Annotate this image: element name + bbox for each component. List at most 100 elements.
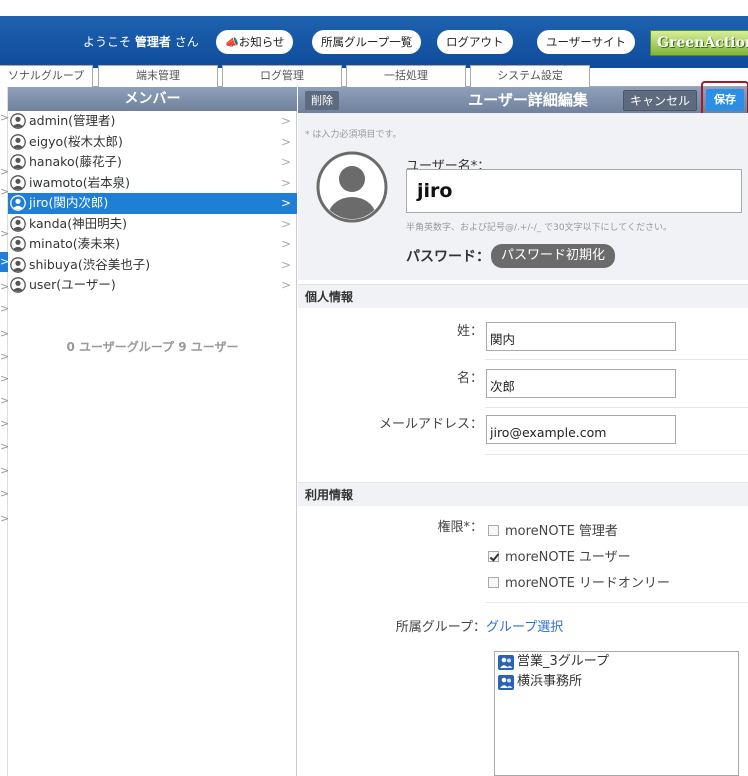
username-field[interactable]: jiro [406,169,742,213]
member-item[interactable]: admin(管理者) > [8,111,297,132]
group-list-box: 営業_3グループ横浜事務所 [494,651,739,776]
member-item[interactable]: kanda(神田明夫) > [8,214,297,235]
user-icon [10,113,26,129]
chevron-right-icon[interactable]: > [0,111,9,124]
user-avatar-icon [316,151,388,223]
chevron-right-icon[interactable]: > [0,487,9,500]
member-label: jiro(関内次郎) [29,195,109,210]
logout-button[interactable]: ログアウト [437,30,513,54]
member-label: admin(管理者) [29,113,116,128]
user-icon [10,256,26,273]
required-note: * は入力必須項目です。 [305,130,402,140]
member-item[interactable]: hanako(藤花子) > [8,152,297,173]
chevron-right-icon: > [280,134,291,149]
user-icon [10,195,26,211]
group-tree-stripe: > > > > > > > > > > > > > > > > [0,87,9,776]
permission-readonly-checkbox[interactable]: moreNOTE リードオンリー [488,572,670,591]
chevron-right-icon: > [280,278,291,292]
chevron-right-icon[interactable]: > [0,512,9,525]
chevron-right-icon[interactable]: > [0,185,9,198]
divider [485,359,748,360]
chevron-right-icon: > [280,196,291,210]
member-item[interactable]: eigyo(桜木太郎) > [8,132,297,153]
cancel-button[interactable]: キャンセル [623,90,698,111]
user-icon [10,277,26,293]
delete-button[interactable]: 削除 [305,91,339,110]
group-item: 営業_3グループ [495,652,738,672]
permission-user-checkbox[interactable]: moreNOTE ユーザー [488,546,631,565]
chevron-right-icon[interactable]: > [0,165,9,178]
tab-label: 端末管理 [136,69,180,82]
group-item: 横浜事務所 [495,672,738,692]
member-item[interactable]: jiro(関内次郎) > [8,193,297,214]
member-panel-title: メンバー [8,87,297,111]
user-account-area: * は入力必須項目です。 ユーザー名*： jiro 半角英数字、および記号@/.… [298,113,748,280]
email-field[interactable]: jiro@example.com [486,415,676,444]
first-name-field[interactable]: 次郎 [486,369,676,398]
password-reset-button[interactable]: パスワード初期化 [491,244,616,268]
welcome-user-name: 管理者 [134,35,171,49]
header-bar: ようこそ 管理者 さん 📣お知らせ 所属グループ一覧 ログアウト ユーザーサイト… [0,16,748,68]
user-icon [10,133,26,150]
checkbox-checked[interactable] [488,551,499,562]
personal-info-section-title: 個人情報 [298,284,748,308]
chevron-right-icon[interactable]: > [0,252,9,272]
chevron-right-icon[interactable]: > [0,440,9,453]
greenaction-logo: GreenAction [650,30,748,56]
welcome-prefix: ようこそ [83,35,132,49]
group-label: 所属グループ： [395,620,486,635]
member-item[interactable]: minato(湊未来) > [8,234,297,255]
member-label: shibuya(渋谷美也子) [29,256,151,272]
chevron-right-icon[interactable]: > [0,417,9,430]
chevron-right-icon[interactable]: > [0,302,9,315]
chevron-right-icon[interactable]: > [0,394,9,407]
group-icon [498,655,514,670]
user-icon [10,174,26,191]
tab-personal-group[interactable]: ソナルグループ [0,65,93,87]
divider [485,602,748,603]
user-icon [10,215,26,232]
chevron-right-icon: > [280,114,291,128]
member-item[interactable]: shibuya(渋谷美也子) > [8,255,297,276]
group-icon [498,675,514,690]
chevron-right-icon[interactable]: > [0,464,9,477]
checkbox[interactable] [488,577,499,588]
tab-label: システム設定 [497,69,563,82]
member-label: hanako(藤花子) [29,154,122,169]
top-header: ようこそ 管理者 さん 📣お知らせ 所属グループ一覧 ログアウト ユーザーサイト… [0,0,748,68]
member-item[interactable]: iwamoto(岩本泉) > [8,173,297,194]
member-item[interactable]: user(ユーザー) > [8,275,297,296]
tab-label: 一括処理 [384,69,428,82]
save-button[interactable]: 保存 [706,89,744,111]
tab-system-settings[interactable]: システム設定 [470,65,590,87]
chevron-right-icon[interactable]: > [0,350,9,363]
user-icon [10,154,26,170]
group-label: 営業_3グループ [517,654,609,669]
permission-admin-checkbox[interactable]: moreNOTE 管理者 [488,520,618,539]
tab-label: ログ管理 [260,69,304,82]
chevron-right-icon[interactable]: > [0,372,9,385]
password-label: パスワード： [406,249,490,265]
group-list-button[interactable]: 所属グループ一覧 [312,30,422,54]
chevron-right-icon: > [280,237,291,251]
notice-button[interactable]: 📣お知らせ [216,30,294,54]
chevron-right-icon[interactable]: > [0,327,9,340]
tab-batch[interactable]: 一括処理 [346,65,466,87]
member-panel: > > > > > > > > > > > > > > > > メンバー adm… [0,87,297,776]
divider [485,407,748,408]
username-hint: 半角英数字、および記号@/.+/-/_ で30文字以下にしてください。 [406,223,673,233]
user-site-button[interactable]: ユーザーサイト [537,30,636,54]
last-name-field[interactable]: 関内 [486,322,676,351]
detail-toolbar: 削除 ユーザー詳細編集 キャンセル 保存 [298,81,748,119]
group-select-link[interactable]: グループ選択 [486,616,563,635]
notice-label: お知らせ [238,35,285,49]
chevron-right-icon[interactable]: > [0,227,9,240]
member-label: iwamoto(岩本泉) [29,174,130,190]
tab-device[interactable]: 端末管理 [98,65,218,87]
logout-label: ログアウト [446,35,504,49]
chevron-right-icon: > [280,257,291,272]
tab-log[interactable]: ログ管理 [222,65,342,87]
chevron-right-icon[interactable]: > [0,280,9,293]
checkbox[interactable] [488,525,499,536]
chevron-right-icon: > [280,175,291,190]
